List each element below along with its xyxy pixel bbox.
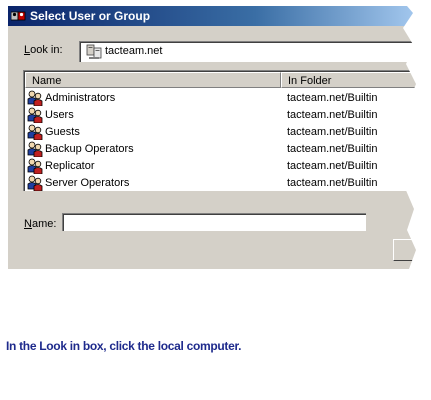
look-in-value: tacteam.net bbox=[105, 45, 163, 57]
list-row-users[interactable]: Users tacteam.net/Builtin bbox=[25, 107, 417, 124]
users-app-icon bbox=[11, 11, 26, 21]
name-label-rest: ame: bbox=[31, 218, 57, 230]
user-group-list[interactable]: Name In Folder Administrators tacteam.ne… bbox=[23, 70, 417, 191]
list-rows: Administrators tacteam.net/Builtin Users… bbox=[25, 90, 417, 191]
look-in-label-rest: ook in: bbox=[30, 44, 63, 56]
look-in-label: Look in: bbox=[24, 44, 63, 56]
row-name: Replicator bbox=[45, 160, 95, 172]
look-in-combobox[interactable]: tacteam.net bbox=[79, 41, 417, 62]
name-input[interactable] bbox=[62, 213, 366, 231]
name-label-accel: N bbox=[24, 218, 32, 230]
list-row-server-operators[interactable]: Server Operators tacteam.net/Builtin bbox=[25, 175, 417, 191]
list-row-backup-operators[interactable]: Backup Operators tacteam.net/Builtin bbox=[25, 141, 417, 158]
row-name: Guests bbox=[45, 126, 80, 138]
column-header-name[interactable]: Name bbox=[25, 72, 281, 88]
row-name: Users bbox=[45, 109, 74, 121]
row-folder: tacteam.net/Builtin bbox=[287, 126, 378, 138]
group-icon bbox=[27, 175, 43, 191]
row-folder: tacteam.net/Builtin bbox=[287, 109, 378, 121]
row-name: Server Operators bbox=[45, 177, 130, 189]
group-icon bbox=[27, 158, 43, 174]
column-header-in-folder[interactable]: In Folder bbox=[281, 72, 417, 88]
list-row-administrators[interactable]: Administrators tacteam.net/Builtin bbox=[25, 90, 417, 107]
row-name: Administrators bbox=[45, 92, 116, 104]
row-folder: tacteam.net/Builtin bbox=[287, 160, 378, 172]
row-folder: tacteam.net/Builtin bbox=[287, 177, 378, 189]
window-title: Select User or Group bbox=[30, 9, 151, 23]
list-row-guests[interactable]: Guests tacteam.net/Builtin bbox=[25, 124, 417, 141]
instruction-caption: In the Look in box, click the local comp… bbox=[6, 339, 242, 353]
group-icon bbox=[27, 107, 43, 123]
row-folder: tacteam.net/Builtin bbox=[287, 92, 378, 104]
list-header: Name In Folder bbox=[25, 72, 417, 88]
select-user-dialog: Select User or Group Look in: tacteam.ne… bbox=[7, 6, 417, 269]
row-folder: tacteam.net/Builtin bbox=[287, 143, 378, 155]
domain-computer-icon bbox=[86, 44, 102, 59]
group-icon bbox=[27, 141, 43, 157]
title-bar: Select User or Group bbox=[8, 6, 417, 26]
list-row-replicator[interactable]: Replicator tacteam.net/Builtin bbox=[25, 158, 417, 175]
dialog-button[interactable] bbox=[393, 239, 417, 261]
group-icon bbox=[27, 124, 43, 140]
name-label: Name: bbox=[24, 218, 56, 230]
row-name: Backup Operators bbox=[45, 143, 134, 155]
dialog-screenshot: Select User or Group Look in: tacteam.ne… bbox=[7, 6, 417, 269]
group-icon bbox=[27, 90, 43, 106]
